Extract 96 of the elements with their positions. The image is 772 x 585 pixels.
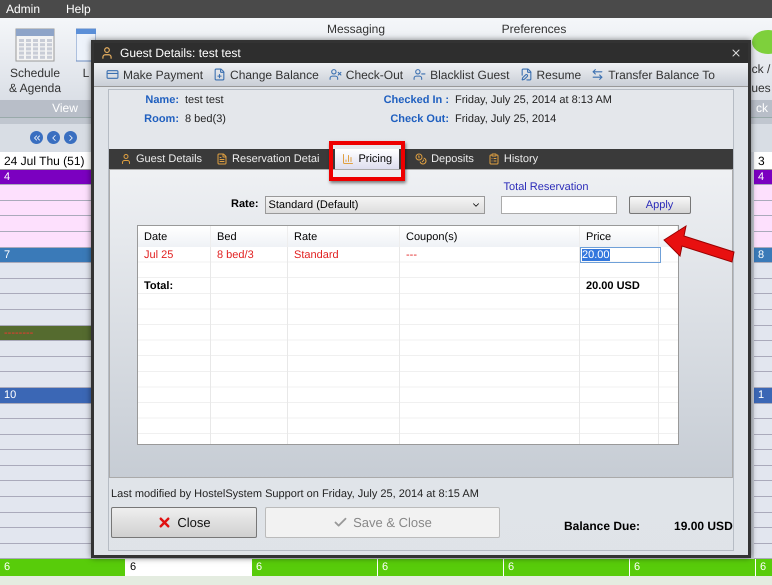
- empty-cell: [754, 544, 772, 560]
- room-row: 4: [0, 170, 92, 186]
- room-row: 8: [754, 248, 772, 264]
- toolbar-button[interactable]: Make Payment: [106, 68, 204, 82]
- field-label: Check Out:: [389, 113, 449, 125]
- column-header: Rate: [288, 226, 400, 247]
- double-chevron-icon: [32, 132, 42, 143]
- last-modified-text: Last modified by HostelSystem Support on Friday, July 25, 2014 at 8:15 AM: [111, 488, 480, 500]
- room-row: 10: [0, 388, 92, 404]
- document-icon: [216, 153, 228, 165]
- field-value: test test: [185, 94, 225, 106]
- total-value: 20.00 USD: [585, 279, 641, 294]
- total-reservation-label: Total Reservation: [502, 181, 590, 193]
- empty-cell: [754, 450, 772, 466]
- menu-item[interactable]: Admin: [6, 2, 40, 16]
- field-value: 8 bed(3): [185, 113, 227, 125]
- empty-cell: [754, 419, 772, 435]
- empty-cell: [754, 528, 772, 544]
- empty-cell: [754, 326, 772, 342]
- column-header: Bed: [211, 226, 288, 247]
- empty-cell: [754, 466, 772, 482]
- apply-button[interactable]: Apply: [628, 196, 691, 214]
- tab[interactable]: Pricing: [335, 149, 400, 169]
- table-cell-text: 8 bed/3: [216, 248, 255, 263]
- next-button[interactable]: [64, 131, 77, 144]
- empty-cell: [754, 294, 772, 310]
- close-button[interactable]: Close: [111, 507, 257, 538]
- person-icon: [120, 153, 132, 165]
- empty-cell: [754, 341, 772, 357]
- field-label: Name:: [144, 94, 179, 106]
- document-plus-icon: [213, 68, 226, 81]
- two-arrows-icon: [591, 68, 604, 81]
- person-minus-icon: [413, 68, 426, 81]
- empty-cell: [754, 278, 772, 294]
- ribbon-label[interactable]: Preferences: [502, 22, 566, 37]
- document-pen-icon: [520, 68, 532, 81]
- empty-cell: [754, 372, 772, 388]
- column-header: Date: [138, 226, 211, 247]
- table-cell-text: ---: [405, 248, 418, 263]
- field-label: Room:: [143, 113, 179, 125]
- field-value: Friday, July 25, 2014 at 8:13 AM: [455, 94, 613, 106]
- total-label: Total:: [143, 279, 174, 294]
- ribbon-label[interactable]: L: [82, 66, 90, 81]
- empty-cell: [754, 310, 772, 326]
- toolbar-button[interactable]: Blacklist Guest: [413, 68, 510, 82]
- menu-item[interactable]: Help: [66, 2, 91, 16]
- group-label: ck: [755, 100, 769, 118]
- balance-label: Balance Due:: [564, 518, 640, 532]
- calendar-cell[interactable]: 6: [126, 559, 252, 576]
- toolbar-button[interactable]: Resume: [520, 68, 582, 82]
- ribbon-label[interactable]: Schedule & Agenda: [8, 66, 62, 96]
- column-header: Price: [580, 226, 659, 247]
- field-value: Friday, July 25, 2014: [455, 113, 558, 125]
- person-icon: [100, 46, 114, 60]
- toolbar-button[interactable]: Change Balance: [213, 68, 319, 82]
- room-row: 4: [754, 170, 772, 186]
- empty-cell: [754, 404, 772, 420]
- ribbon-label[interactable]: ck /: [752, 62, 770, 77]
- first-page-button[interactable]: [30, 131, 43, 144]
- empty-cell: [754, 497, 772, 513]
- empty-cell: [754, 434, 772, 450]
- field-label: Checked In :: [382, 94, 449, 106]
- tab[interactable]: Reservation Detai: [209, 149, 326, 169]
- calendar-icon[interactable]: [15, 28, 55, 62]
- price-field[interactable]: 20.00: [580, 247, 661, 263]
- previous-button[interactable]: [47, 131, 60, 144]
- window-title: Guest Details: test test: [120, 46, 242, 60]
- close-icon[interactable]: [730, 47, 742, 59]
- close-icon: [157, 515, 172, 530]
- tab[interactable]: Deposits: [408, 149, 481, 169]
- total-reservation-field[interactable]: [500, 196, 617, 214]
- empty-cell: [754, 263, 772, 279]
- ribbon-label[interactable]: Messaging: [326, 22, 386, 37]
- toolbar-button[interactable]: Check-Out: [328, 68, 404, 82]
- clipboard-icon: [488, 153, 500, 165]
- empty-cell: [754, 356, 772, 372]
- person-x-icon: [328, 68, 342, 81]
- tab[interactable]: Guest Details: [113, 149, 210, 169]
- room-row: 1: [754, 388, 772, 404]
- block-cell: --------: [0, 326, 92, 342]
- table-cell-text: Jul 25: [143, 248, 174, 263]
- card-icon: [106, 68, 119, 81]
- room-row: 7: [0, 248, 92, 264]
- column-header: Coupon(s): [400, 226, 580, 247]
- group-label: View: [51, 100, 79, 118]
- toolbar-button[interactable]: Transfer Balance To: [591, 68, 715, 82]
- ribbon-label[interactable]: ues: [751, 80, 771, 96]
- table-cell-text: Standard: [293, 248, 340, 263]
- bar-chart-icon: [342, 153, 354, 165]
- tab[interactable]: History: [480, 149, 546, 169]
- empty-cell: [754, 481, 772, 498]
- empty-cell: [754, 512, 772, 528]
- rate-dropdown[interactable]: Standard (Default): [264, 196, 485, 214]
- rate-label: Rate:: [231, 198, 259, 212]
- balance-value: 19.00 USD: [674, 518, 733, 532]
- coins-icon: [415, 153, 428, 165]
